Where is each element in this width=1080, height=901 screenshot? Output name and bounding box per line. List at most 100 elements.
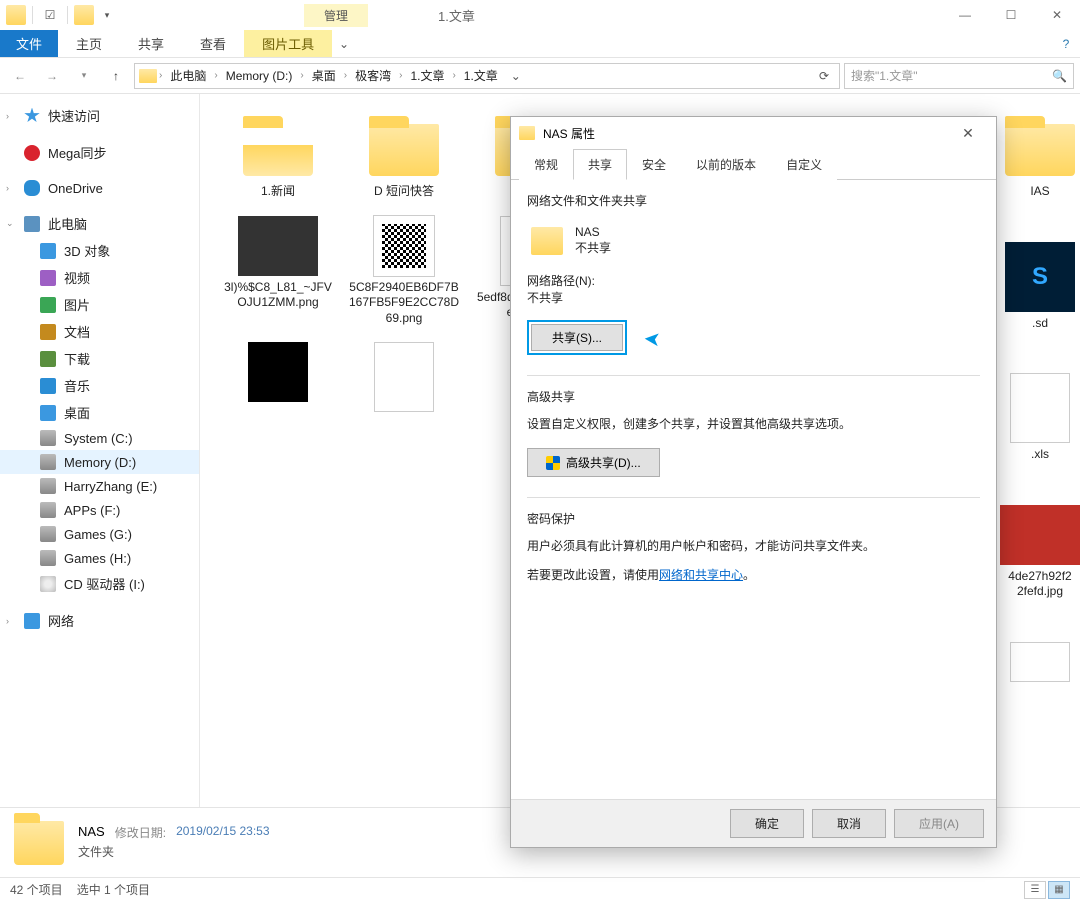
dialog-tab-sharing[interactable]: 共享: [573, 149, 627, 180]
dialog-cancel-button[interactable]: 取消: [812, 809, 886, 838]
sidebar-music[interactable]: 音乐: [0, 372, 199, 399]
sidebar-quick-access[interactable]: ›快速访问: [0, 102, 199, 129]
maximize-button[interactable]: ☐: [988, 0, 1034, 30]
file-item[interactable]: 5C8F2940EB6DF7B167FB5F9E2CC78D69.png: [346, 210, 462, 333]
file-item[interactable]: S.sd: [1004, 236, 1076, 338]
share-button-highlight: 共享(S)...: [527, 320, 627, 355]
sidebar-downloads[interactable]: 下载: [0, 345, 199, 372]
breadcrumb[interactable]: 桌面: [306, 67, 342, 84]
nav-recent-dropdown[interactable]: ▾: [70, 62, 98, 90]
file-item[interactable]: 1.新闻: [220, 104, 336, 206]
file-item[interactable]: D 短问快答: [346, 104, 462, 206]
app-icon[interactable]: [6, 5, 26, 25]
details-type: 文件夹: [78, 843, 114, 860]
search-icon[interactable]: 🔍: [1052, 69, 1067, 83]
network-sharing-center-link[interactable]: 网络和共享中心: [659, 568, 743, 582]
network-path-value: 不共享: [527, 289, 980, 306]
dialog-ok-button[interactable]: 确定: [730, 809, 804, 838]
sidebar-desktop[interactable]: 桌面: [0, 399, 199, 426]
ribbon-tab-share[interactable]: 共享: [120, 30, 182, 57]
sidebar-documents[interactable]: 文档: [0, 318, 199, 345]
breadcrumb[interactable]: 此电脑: [164, 67, 212, 84]
search-input[interactable]: 搜索"1.文章" 🔍: [844, 63, 1074, 89]
dialog-tab-general[interactable]: 常规: [519, 149, 573, 180]
sidebar-thispc[interactable]: ⌄此电脑: [0, 210, 199, 237]
annotation-arrow-icon: ➤: [643, 326, 662, 352]
details-folder-icon: [14, 821, 64, 865]
properties-dialog: NAS 属性 ✕ 常规 共享 安全 以前的版本 自定义 网络文件和文件夹共享 N…: [510, 116, 997, 848]
status-item-count: 42 个项目: [10, 881, 63, 898]
sidebar-drive-f[interactable]: APPs (F:): [0, 498, 199, 522]
sidebar-drive-e[interactable]: HarryZhang (E:): [0, 474, 199, 498]
sidebar-network[interactable]: ›网络: [0, 607, 199, 634]
ribbon-tab-picture-tools[interactable]: 图片工具: [244, 30, 332, 57]
file-item[interactable]: IAS: [1004, 104, 1076, 206]
address-dropdown-icon[interactable]: ⌄: [506, 69, 526, 83]
dialog-tab-previous-versions[interactable]: 以前的版本: [681, 149, 771, 180]
sidebar-drive-d[interactable]: Memory (D:): [0, 450, 199, 474]
details-item-name: NAS: [78, 824, 105, 841]
password-protection-line1: 用户必须具有此计算机的用户帐户和密码，才能访问共享文件夹。: [527, 537, 980, 554]
ribbon-file-tab[interactable]: 文件: [0, 30, 58, 57]
dialog-apply-button[interactable]: 应用(A): [894, 809, 984, 838]
dialog-tabs: 常规 共享 安全 以前的版本 自定义: [511, 149, 996, 180]
minimize-button[interactable]: ―: [942, 0, 988, 30]
help-icon[interactable]: ?: [1052, 30, 1080, 57]
chevron-right-icon[interactable]: ›: [300, 70, 303, 81]
chevron-right-icon[interactable]: ›: [452, 70, 455, 81]
file-item[interactable]: [220, 336, 336, 422]
file-item[interactable]: 4de27h92f22fefd.jpg: [1004, 499, 1076, 606]
sidebar-pictures[interactable]: 图片: [0, 291, 199, 318]
ribbon-tab-home[interactable]: 主页: [58, 30, 120, 57]
dialog-title: NAS 属性: [543, 125, 595, 142]
view-icons-button[interactable]: ▦: [1048, 881, 1070, 899]
file-item[interactable]: [1004, 636, 1076, 688]
dialog-titlebar[interactable]: NAS 属性 ✕: [511, 117, 996, 149]
nav-forward-button[interactable]: →: [38, 62, 66, 90]
advanced-sharing-heading: 高级共享: [527, 388, 980, 405]
file-item[interactable]: .xls: [1004, 367, 1076, 469]
breadcrumb[interactable]: 1.文章: [404, 67, 450, 84]
share-folder-icon: [531, 227, 563, 255]
ribbon-tab-view[interactable]: 查看: [182, 30, 244, 57]
status-bar: 42 个项目 选中 1 个项目 ☰ ▦: [0, 877, 1080, 901]
refresh-icon[interactable]: ⟳: [813, 69, 835, 83]
sidebar-drive-h[interactable]: Games (H:): [0, 546, 199, 570]
dialog-tab-customize[interactable]: 自定义: [771, 149, 837, 180]
nav-up-button[interactable]: ↑: [102, 62, 130, 90]
chevron-right-icon[interactable]: ›: [159, 70, 162, 81]
advanced-sharing-button[interactable]: 高级共享(D)...: [527, 448, 660, 477]
close-button[interactable]: ✕: [1034, 0, 1080, 30]
chevron-right-icon[interactable]: ›: [344, 70, 347, 81]
share-item-name: NAS: [575, 225, 611, 239]
search-placeholder: 搜索"1.文章": [851, 67, 918, 84]
dialog-tab-security[interactable]: 安全: [627, 149, 681, 180]
qat-dropdown-icon[interactable]: ▾: [96, 4, 118, 26]
details-date-value: 2019/02/15 23:53: [176, 824, 269, 841]
file-item[interactable]: 3l)%$C8_L81_~JFVOJU1ZMM.png: [220, 210, 336, 333]
chevron-right-icon[interactable]: ›: [214, 70, 217, 81]
dialog-folder-icon: [519, 126, 535, 140]
nav-back-button[interactable]: ←: [6, 62, 34, 90]
ribbon-expand-icon[interactable]: ⌄: [332, 30, 356, 57]
share-button[interactable]: 共享(S)...: [531, 324, 623, 351]
qat-properties-icon[interactable]: ☑: [39, 4, 61, 26]
sidebar-mega[interactable]: Mega同步: [0, 139, 199, 166]
qat-newfolder-icon[interactable]: [74, 5, 94, 25]
sidebar-drive-c[interactable]: System (C:): [0, 426, 199, 450]
breadcrumb[interactable]: 极客湾: [349, 67, 397, 84]
sidebar-videos[interactable]: 视频: [0, 264, 199, 291]
address-bar[interactable]: › 此电脑 › Memory (D:) › 桌面 › 极客湾 › 1.文章 › …: [134, 63, 840, 89]
breadcrumb[interactable]: 1.文章: [458, 67, 504, 84]
dialog-close-button[interactable]: ✕: [948, 119, 988, 147]
chevron-right-icon[interactable]: ›: [399, 70, 402, 81]
sidebar-onedrive[interactable]: ›OneDrive: [0, 176, 199, 200]
file-item[interactable]: [346, 336, 462, 422]
uac-shield-icon: [546, 456, 560, 470]
sidebar-drive-g[interactable]: Games (G:): [0, 522, 199, 546]
sidebar-3d-objects[interactable]: 3D 对象: [0, 237, 199, 264]
sidebar-cd-drive[interactable]: CD 驱动器 (I:): [0, 570, 199, 597]
contextual-tab-label: 管理: [304, 4, 368, 27]
breadcrumb[interactable]: Memory (D:): [220, 69, 299, 83]
view-details-button[interactable]: ☰: [1024, 881, 1046, 899]
